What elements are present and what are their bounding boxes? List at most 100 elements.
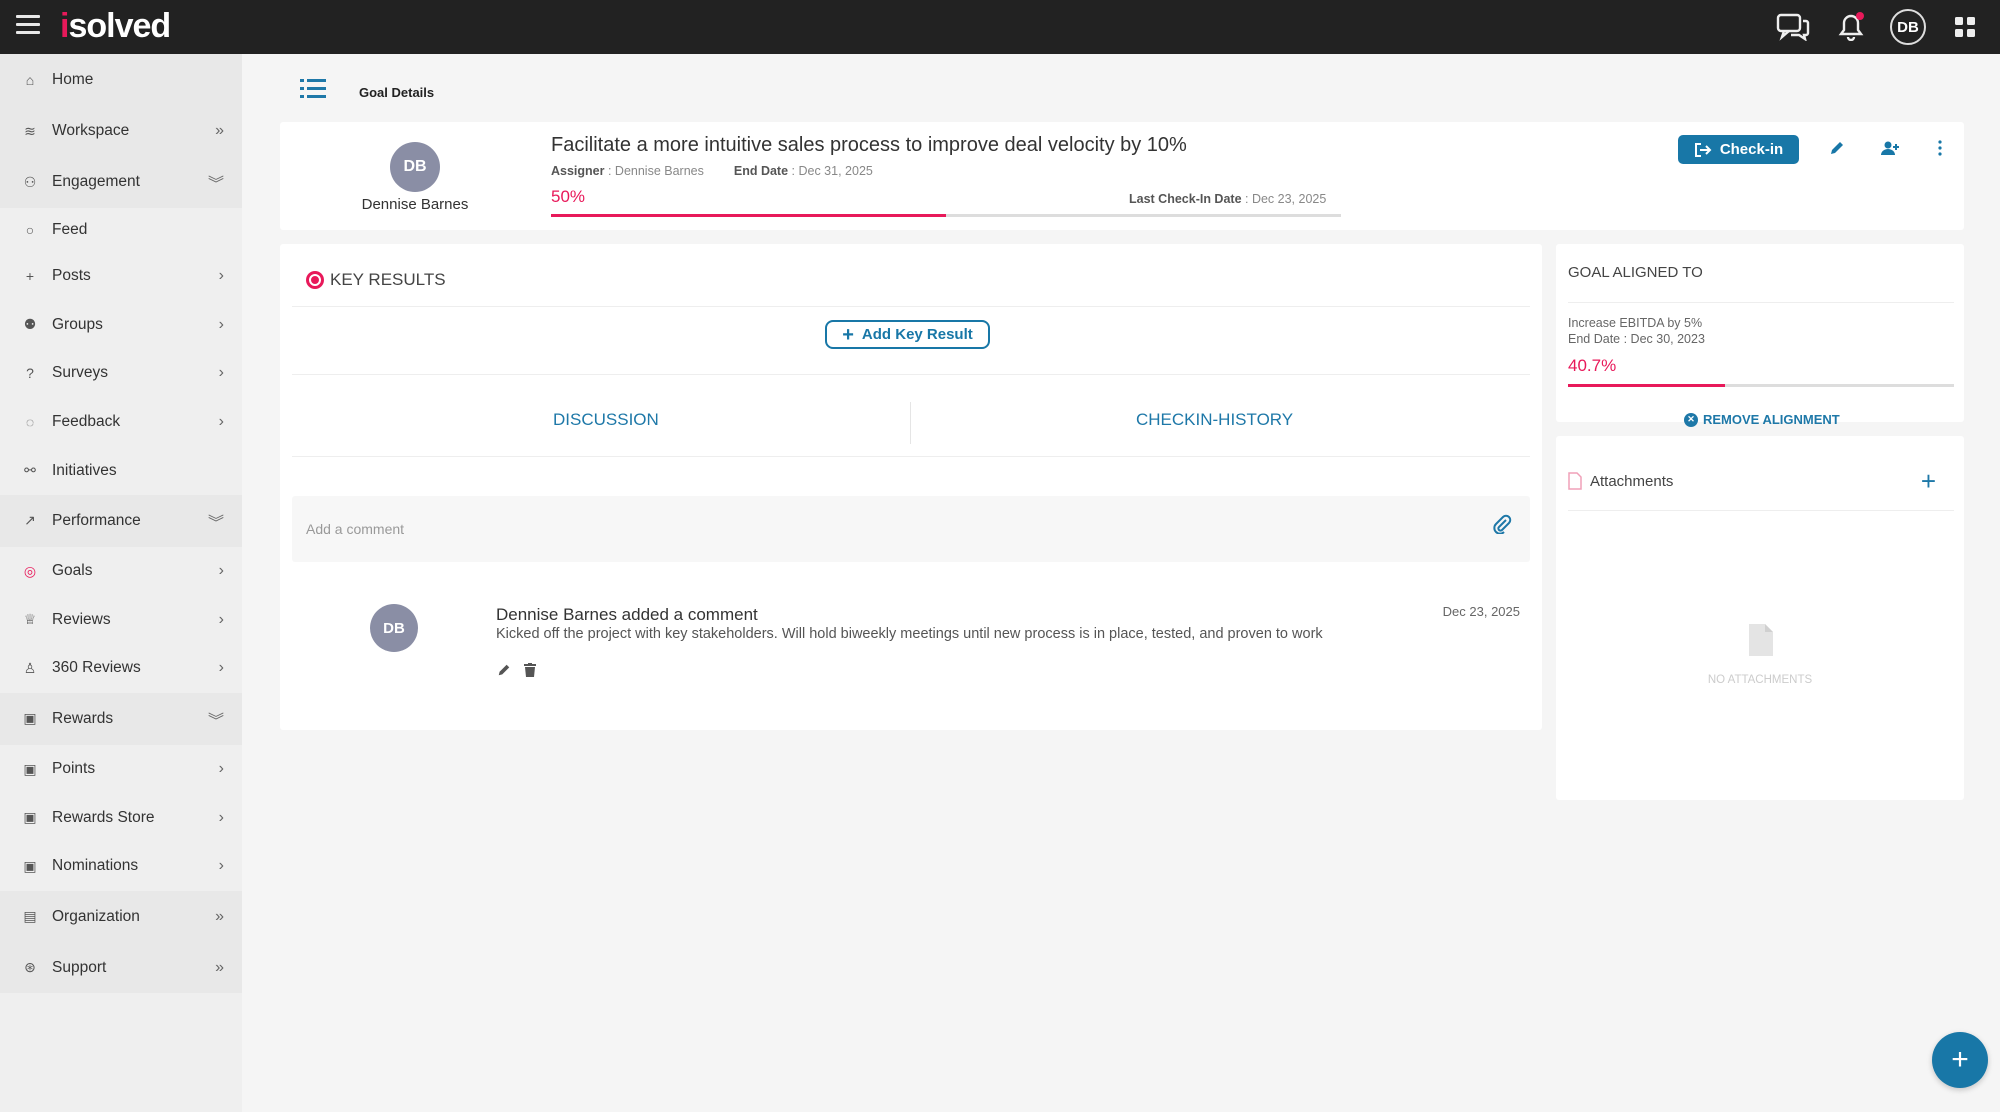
checkin-button[interactable]: Check-in [1678, 135, 1799, 164]
gift-icon: ▣ [23, 809, 37, 826]
target-icon [306, 271, 324, 289]
document-icon [1568, 472, 1582, 495]
goal-aligned-card: GOAL ALIGNED TO Increase EBITDA by 5% En… [1556, 244, 1964, 427]
divider [292, 374, 1530, 375]
sidebar: ⌂ Home ≋ Workspace» ⚇ Engagement ︾ ○ Feed + Po… [0, 54, 242, 1112]
delete-comment-icon[interactable] [522, 662, 538, 678]
comment-text: Kicked off the project with key stakehol… [496, 626, 1323, 642]
tab-discussion[interactable]: DISCUSSION [553, 410, 659, 430]
feedback-icon: ◌ [25, 414, 35, 431]
app-logo[interactable]: isolved [60, 7, 171, 46]
sidebar-item-360-reviews[interactable]: ♙ 360 Reviews › [0, 644, 242, 693]
aligned-goal-percent: 40.7% [1568, 356, 1617, 375]
sidebar-item-organization[interactable]: ▤ Organization» [0, 890, 242, 943]
tab-checkin-history[interactable]: CHECKIN-HISTORY [1136, 410, 1293, 430]
key-results-card: KEY RESULTS + Add Key Result DISCUSSION … [280, 244, 1542, 730]
floating-add-button[interactable]: + [1932, 1032, 1988, 1088]
trophy-icon: ♕ [23, 611, 37, 628]
goal-aligned-title: GOAL ALIGNED TO [1568, 264, 1703, 281]
remove-alignment-button[interactable]: ✕ REMOVE ALIGNMENT [1684, 412, 1840, 427]
chevron-right-icon: › [218, 562, 224, 580]
edit-pencil-icon[interactable] [1825, 136, 1849, 160]
notification-bell-icon[interactable] [1832, 8, 1870, 46]
people-icon: ⚇ [23, 173, 37, 190]
person-icon: ♙ [23, 659, 37, 676]
sidebar-item-groups[interactable]: ⚉ Groups › [0, 301, 242, 350]
menu-icon[interactable] [16, 15, 40, 39]
lifebuoy-icon: ⊛ [24, 959, 36, 976]
goal-meta: Assigner : Dennise Barnes End Date : Dec … [551, 164, 873, 178]
chevron-right-icon: › [218, 760, 224, 778]
no-attachments-text: NO ATTACHMENTS [1707, 674, 1813, 686]
sidebar-item-initiatives[interactable]: ⚯ Initiatives [0, 446, 242, 495]
comment-actions [496, 662, 538, 678]
sidebar-item-feed[interactable]: ○ Feed [0, 208, 242, 252]
chevron-right-icon: › [218, 315, 224, 333]
gift-icon: ▣ [23, 760, 37, 777]
paperclip-icon[interactable] [1492, 514, 1512, 539]
sidebar-item-performance[interactable]: ↗ Performance ︾ [0, 494, 242, 547]
add-key-result-button[interactable]: + Add Key Result [825, 320, 990, 349]
goal-owner-avatar[interactable]: DB [390, 142, 440, 192]
chevron-right-icon: › [218, 364, 224, 382]
chevron-right-icon: › [218, 659, 224, 677]
sidebar-item-posts[interactable]: + Posts › [0, 252, 242, 301]
key-results-header: KEY RESULTS [306, 270, 446, 290]
aligned-goal-name[interactable]: Increase EBITDA by 5% [1568, 316, 1702, 330]
gift-icon: ▣ [23, 710, 37, 727]
comment-date: Dec 23, 2025 [1442, 604, 1520, 619]
building-icon: ▤ [23, 908, 37, 925]
double-chevron-right-icon: » [215, 907, 224, 925]
comment-input[interactable] [292, 496, 1462, 562]
comment-box [292, 496, 1530, 562]
attachments-card: Attachments + NO ATTACHMENTS [1556, 436, 1964, 800]
assigner-label: Assigner [551, 164, 605, 178]
end-date-label: End Date [733, 164, 789, 178]
user-avatar[interactable]: DB [1890, 9, 1926, 45]
goal-percent: 50% [551, 187, 586, 206]
sidebar-item-engagement[interactable]: ⚇ Engagement ︾ [0, 156, 242, 208]
comment-author: Dennise Barnes added a comment [496, 605, 758, 624]
tab-separator [910, 402, 911, 444]
add-attachment-icon[interactable]: + [1921, 468, 1936, 494]
chat-bubble-icon: ○ [25, 222, 35, 238]
aligned-progress-bar [1568, 384, 1954, 387]
assigner-value: Dennise Barnes [614, 164, 704, 178]
list-view-icon[interactable] [300, 78, 326, 102]
chevron-right-icon: › [218, 857, 224, 875]
edit-comment-icon[interactable] [496, 662, 512, 678]
sidebar-item-workspace[interactable]: ≋ Workspace» [0, 106, 242, 156]
goal-title: Facilitate a more intuitive sales proces… [551, 134, 1187, 156]
sidebar-item-support[interactable]: ⊛ Support» [0, 942, 242, 993]
double-chevron-right-icon: » [215, 958, 224, 976]
goal-progress-bar [551, 214, 1341, 217]
sidebar-item-feedback[interactable]: ◌ Feedback › [0, 398, 242, 447]
sidebar-item-points[interactable]: ▣ Points › [0, 745, 242, 794]
sidebar-item-goals[interactable]: ◎ Goals › [0, 547, 242, 596]
comment-author-avatar[interactable]: DB [370, 604, 418, 652]
page-title: Goal Details [359, 85, 435, 100]
top-bar: isolved DB [0, 0, 2000, 54]
chevron-right-icon: › [218, 413, 224, 431]
plus-icon: + [25, 268, 35, 285]
sidebar-item-nominations[interactable]: ▣ Nominations › [0, 842, 242, 891]
chat-icon[interactable] [1774, 8, 1812, 46]
sidebar-item-rewards-store[interactable]: ▣ Rewards Store › [0, 793, 242, 842]
last-checkin-label: Last Check-In Date [1129, 192, 1242, 206]
attachments-title: Attachments [1590, 473, 1674, 490]
sidebar-item-home[interactable]: ⌂ Home [0, 54, 242, 106]
notification-badge [1856, 12, 1864, 20]
goal-progress-fill [551, 214, 946, 217]
close-icon: ✕ [1684, 412, 1698, 427]
sidebar-item-surveys[interactable]: ? Surveys › [0, 349, 242, 398]
empty-file-icon [1749, 624, 1773, 661]
sidebar-item-rewards[interactable]: ▣ Rewards ︾ [0, 692, 242, 745]
apps-grid-icon[interactable] [1946, 8, 1984, 46]
more-options-icon[interactable] [1928, 136, 1952, 160]
plus-icon: + [842, 323, 854, 346]
add-person-icon[interactable] [1878, 136, 1902, 160]
sidebar-item-reviews[interactable]: ♕ Reviews › [0, 596, 242, 645]
last-checkin: Last Check-In Date : Dec 23, 2025 [1129, 192, 1327, 206]
double-chevron-down-icon: ︾ [207, 712, 224, 730]
double-chevron-down-icon: ︾ [207, 176, 224, 193]
